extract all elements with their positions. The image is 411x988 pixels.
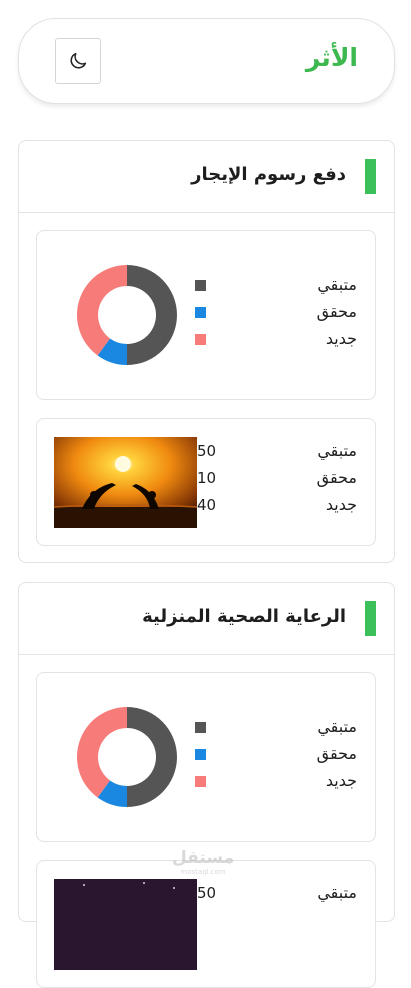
- legend-label: جديد: [325, 329, 357, 348]
- legend-label: محقق: [316, 744, 357, 763]
- legend-item-remaining: متبقي: [187, 717, 357, 739]
- legend-item-achieved: محقق: [187, 302, 357, 324]
- night-sky-image: [54, 879, 197, 970]
- legend-item-new: جديد: [187, 329, 357, 351]
- stat-label: جديد: [325, 495, 357, 514]
- stat-label: متبقي: [317, 883, 357, 902]
- donut-chart[interactable]: [77, 707, 177, 807]
- card-accent-bar: [365, 601, 376, 636]
- donut-slice-remaining[interactable]: [127, 265, 177, 365]
- watermark-subtext: mostaql.com: [180, 868, 226, 876]
- card-title: الرعاية الصحية المنزلية: [142, 606, 346, 627]
- legend-item-remaining: متبقي: [187, 275, 357, 297]
- stat-value: 50: [197, 442, 217, 460]
- stat-label: محقق: [316, 468, 357, 487]
- donut-slice-remaining[interactable]: [127, 707, 177, 807]
- app-logo[interactable]: الأثر: [306, 43, 358, 72]
- stats-panel: متبقي 50: [36, 860, 376, 988]
- stat-value: 50: [197, 884, 217, 902]
- legend-swatch: [195, 722, 206, 733]
- legend-label: متبقي: [317, 717, 357, 736]
- stat-row-new: جديد 40: [192, 495, 357, 517]
- legend-item-new: جديد: [187, 771, 357, 793]
- donut-slice-new[interactable]: [77, 265, 127, 356]
- stat-label: متبقي: [317, 441, 357, 460]
- legend-item-achieved: محقق: [187, 744, 357, 766]
- legend-swatch: [195, 307, 206, 318]
- moon-icon: [70, 52, 87, 69]
- donut-chart[interactable]: [77, 265, 177, 365]
- project-card-rent: دفع رسوم الإيجار متبقي محقق جديد متبقي 5…: [18, 140, 395, 563]
- legend-swatch: [195, 334, 206, 345]
- legend-label: محقق: [316, 302, 357, 321]
- card-title: دفع رسوم الإيجار: [191, 164, 346, 185]
- chart-panel: متبقي محقق جديد: [36, 672, 376, 842]
- stat-row-remaining: متبقي 50: [192, 883, 357, 905]
- watermark-logo: مستقل mostaql.com: [172, 848, 234, 876]
- sunset-yoga-image: [54, 437, 197, 528]
- stat-value: 10: [197, 469, 217, 487]
- card-accent-bar: [365, 159, 376, 194]
- donut-slice-new[interactable]: [77, 707, 127, 798]
- stats-panel: متبقي 50 محقق 10 جديد 40: [36, 418, 376, 546]
- stat-row-achieved: محقق 10: [192, 468, 357, 490]
- chart-panel: متبقي محقق جديد: [36, 230, 376, 400]
- app-header: الأثر: [18, 18, 395, 104]
- legend-swatch: [195, 749, 206, 760]
- watermark-text: مستقل: [172, 848, 235, 868]
- stat-value: 40: [197, 496, 217, 514]
- card-header: الرعاية الصحية المنزلية: [19, 583, 394, 655]
- legend-swatch: [195, 280, 206, 291]
- legend-swatch: [195, 776, 206, 787]
- stat-row-remaining: متبقي 50: [192, 441, 357, 463]
- legend-label: متبقي: [317, 275, 357, 294]
- theme-toggle-button[interactable]: [55, 38, 101, 84]
- legend-label: جديد: [325, 771, 357, 790]
- card-header: دفع رسوم الإيجار: [19, 141, 394, 213]
